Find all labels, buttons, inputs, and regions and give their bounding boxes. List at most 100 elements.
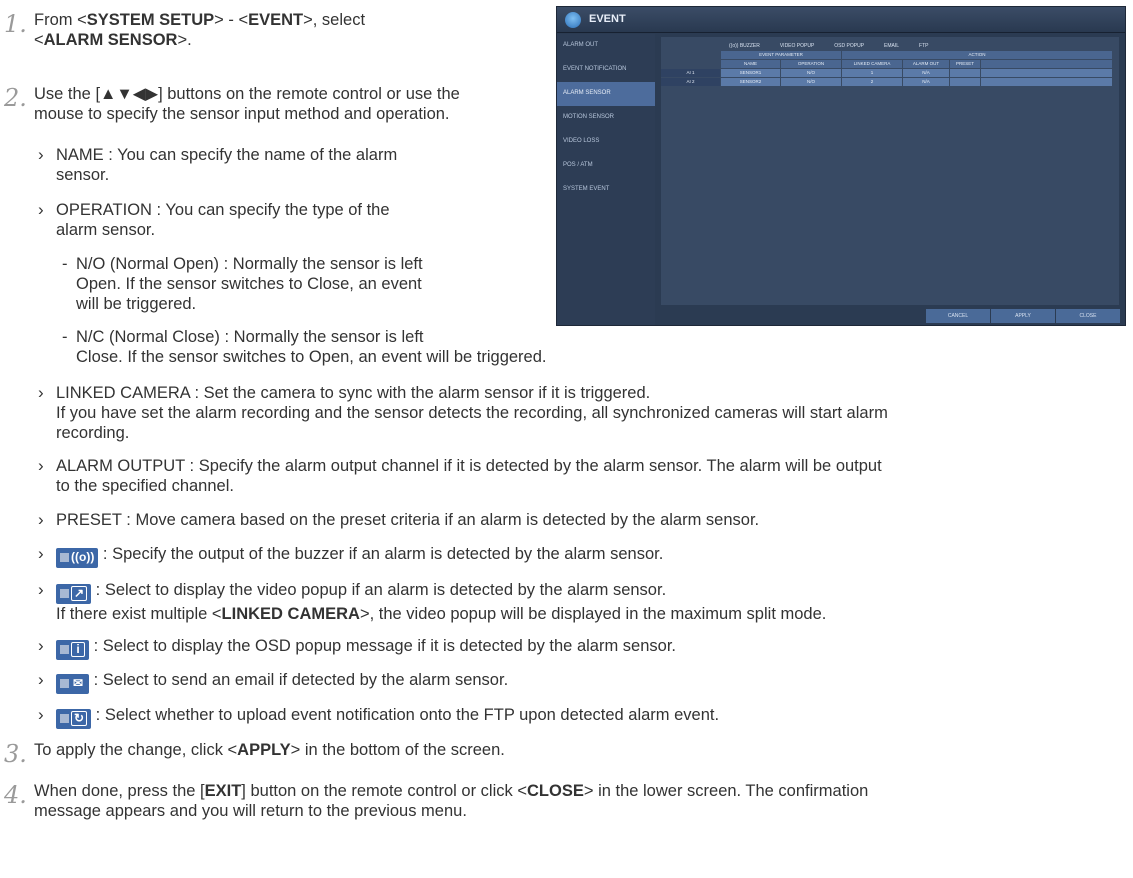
text: < (34, 31, 44, 50)
line: sensor. (56, 166, 110, 185)
event-logo-icon (565, 11, 581, 28)
text: >, the video popup will be displayed in … (359, 604, 827, 623)
video-glyph: ↗ (71, 586, 88, 601)
bold-text: CLOSE (527, 782, 584, 800)
bullet-mark: › (38, 670, 44, 689)
bullet-operation: › OPERATION : You can specify the type o… (38, 200, 390, 240)
bullet-mark: › (38, 544, 44, 563)
legend-buzzer: ((o)) BUZZER (729, 43, 760, 49)
dvr-button-bar: CANCEL APPLY CLOSE (926, 309, 1120, 323)
line: Open. If the sensor switches to Close, a… (76, 275, 422, 294)
bullet-mark: › (38, 510, 44, 529)
sidebar-item-alarm-sensor[interactable]: ALARM SENSOR (557, 82, 655, 106)
dash: - (62, 255, 68, 273)
bold-text: EXIT (204, 782, 242, 800)
text: If there exist multiple < (56, 604, 222, 623)
sidebar-item-video-loss[interactable]: VIDEO LOSS (557, 130, 655, 154)
video-popup-icon: ↗ (56, 583, 92, 604)
bullet-mark: › (38, 636, 44, 655)
osd-glyph: i (71, 642, 85, 657)
bullet-osd-popup: › i : Select to display the OSD popup me… (38, 636, 676, 660)
linked-camera-select[interactable]: 1 (842, 69, 902, 77)
bullet-linked-camera: › LINKED CAMERA : Set the camera to sync… (38, 383, 888, 443)
buzzer-glyph: ((o)) (71, 550, 95, 565)
bold-text: EVENT (248, 11, 304, 29)
column-preset: PRESET (950, 60, 980, 68)
line: Use the [▲▼◀▶] buttons on the remote con… (34, 85, 460, 103)
action-checkboxes[interactable] (981, 78, 1112, 86)
bullet-mark: › (38, 200, 44, 219)
close-button[interactable]: CLOSE (1056, 309, 1120, 323)
step-3-text: To apply the change, click <APPLY> in th… (34, 740, 505, 760)
dash: - (62, 328, 68, 346)
column-name: NAME (721, 60, 780, 68)
line: : Specify the output of the buzzer if an… (102, 545, 664, 563)
sub-bullet-no: - N/O (Normal Open) : Normally the senso… (62, 254, 423, 314)
cancel-button[interactable]: CANCEL (926, 309, 990, 323)
bullet-email: › ✉ : Select to send an email if detecte… (38, 670, 508, 694)
line: PRESET : Move camera based on the preset… (56, 511, 760, 529)
line: alarm sensor. (56, 221, 156, 240)
checkbox-square (60, 589, 69, 598)
line: mouse to specify the sensor input method… (34, 105, 450, 124)
operation-select[interactable]: N/O (781, 69, 841, 77)
buzzer-icon: ((o)) (56, 547, 99, 568)
sensor-name-field[interactable]: SENSOR1 (721, 69, 780, 77)
checkbox-square (60, 645, 69, 654)
column-linked-camera: LINKED CAMERA (842, 60, 902, 68)
row-id: AI 1 (661, 69, 720, 77)
line: LINKED CAMERA : Set the camera to sync w… (56, 384, 651, 402)
step-4-number: 4. (4, 781, 27, 809)
bold-text: APPLY (237, 741, 291, 759)
linked-camera-select[interactable]: 2 (842, 78, 902, 86)
alarm-out-select[interactable]: N/A (903, 69, 949, 77)
step-3-number: 3. (4, 740, 27, 768)
text: ] button on the remote control or click … (241, 782, 527, 800)
bullet-video-popup: › ↗ : Select to display the video popup … (38, 580, 827, 624)
text: To apply the change, click < (34, 741, 238, 759)
sidebar-item-event-notification[interactable]: EVENT NOTIFICATION (557, 58, 655, 82)
step-1-number: 1. (4, 10, 27, 38)
apply-button[interactable]: APPLY (991, 309, 1055, 323)
preset-button[interactable] (950, 69, 980, 77)
ftp-glyph: ↻ (71, 711, 88, 726)
bullet-mark: › (38, 383, 44, 402)
sub-bullet-nc: - N/C (Normal Close) : Normally the sens… (62, 327, 547, 367)
step-2-number: 2. (4, 84, 27, 112)
column-operation: OPERATION (781, 60, 841, 68)
step-2-text: Use the [▲▼◀▶] buttons on the remote con… (34, 84, 460, 124)
text: > in the bottom of the screen. (290, 741, 505, 759)
text: > - < (214, 11, 249, 29)
text: >, select (303, 11, 366, 29)
step-4-text: When done, press the [EXIT] button on th… (34, 781, 868, 821)
bold-text: ALARM SENSOR (43, 31, 178, 50)
ftp-icon: ↻ (56, 708, 92, 729)
bullet-preset: › PRESET : Move camera based on the pres… (38, 510, 760, 530)
line: N/O (Normal Open) : Normally the sensor … (76, 255, 423, 273)
operation-select[interactable]: N/O (781, 78, 841, 86)
alarm-out-select[interactable]: N/A (903, 78, 949, 86)
action-checkboxes[interactable] (981, 69, 1112, 77)
preset-button[interactable] (950, 78, 980, 86)
sensor-name-field[interactable]: SENSOR2 (721, 78, 780, 86)
line: Close. If the sensor switches to Open, a… (76, 348, 547, 367)
sidebar-item-motion-sensor[interactable]: MOTION SENSOR (557, 106, 655, 130)
dvr-group-header-row: EVENT PARAMETER ACTION (721, 51, 1113, 59)
osd-popup-icon: i (56, 639, 89, 660)
table-row: AI 1 SENSOR1 N/O 1 N/A (661, 69, 1113, 77)
legend-email: EMAIL (884, 43, 900, 49)
line: NAME : You can specify the name of the a… (56, 146, 398, 164)
group-header-action: ACTION (842, 51, 1112, 59)
line: to the specified channel. (56, 477, 234, 496)
legend-video-popup: VIDEO POPUP (779, 43, 815, 49)
line: : Select whether to upload event notific… (95, 706, 720, 724)
sidebar-item-pos-atm[interactable]: POS / ATM (557, 154, 655, 178)
dvr-sidebar: ALARM OUT EVENT NOTIFICATION ALARM SENSO… (557, 34, 655, 325)
row-id: AI 2 (661, 78, 720, 86)
sidebar-item-system-event[interactable]: SYSTEM EVENT (557, 178, 655, 202)
checkbox-square (60, 679, 69, 688)
group-header-parameter: EVENT PARAMETER (721, 51, 841, 59)
line: OPERATION : You can specify the type of … (56, 201, 390, 219)
sidebar-item-alarm-out[interactable]: ALARM OUT (557, 34, 655, 58)
bullet-mark: › (38, 456, 44, 475)
